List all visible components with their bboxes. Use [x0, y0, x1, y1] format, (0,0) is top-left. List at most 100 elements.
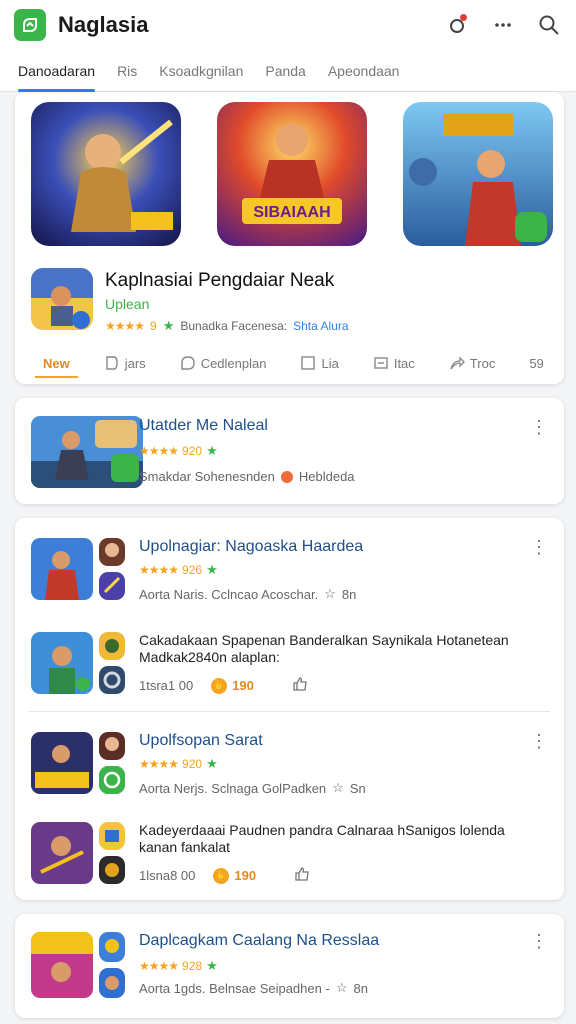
action-itac[interactable]: Itac [373, 355, 415, 371]
share-icon [450, 356, 465, 370]
more-options-icon[interactable] [490, 12, 516, 38]
comment-icon [180, 356, 195, 370]
search-icon[interactable] [536, 12, 562, 38]
app-title[interactable]: Upolnagiar: Nagoaska Haardea [139, 538, 363, 556]
app-rating: ★★★★ 920 ★ [139, 443, 218, 459]
app-meta: Aorta Nerjs. Sclnaga GolPadken ☆ Sn [139, 780, 366, 796]
app-meta-count: 8n [353, 980, 368, 996]
top-app-bar: Naglasia [0, 0, 576, 50]
more-options-icon[interactable]: ⋮ [530, 418, 548, 436]
featured-app-icon [31, 268, 93, 330]
rating-stars-icon: ★★★★ [139, 563, 179, 577]
coin-value: 190 [232, 678, 254, 693]
app-rating: ★★★★ 928 ★ [139, 958, 218, 974]
app-meta-text: Aorta 1gds. Belnsae Seipadhen - [139, 980, 330, 996]
action-count-label: 59 [529, 355, 544, 371]
featured-app-title: Kaplnasiai Pengdaiar Neak [105, 270, 335, 291]
app-meta-count: Sn [349, 780, 366, 796]
likes-count: 1lsna8 00 [139, 868, 196, 883]
app-description: Kadeyerdaaai Paudnen pandra Calnaraa hSa… [139, 822, 505, 855]
featured-rating: 9 [150, 319, 157, 333]
featured-banner-2[interactable]: SIBAIAAH [217, 102, 367, 246]
app-card-1[interactable]: Utatder Me Naleal ★★★★ 920 ★ Smakdar Soh… [15, 398, 564, 504]
app-thumbnail [31, 538, 93, 600]
featured-app-meta: ★★★★ 9 ★ Bunadka Facenesa: Shta Alura [105, 318, 349, 334]
mini-icon [99, 766, 125, 794]
app-logo-icon [14, 9, 46, 41]
featured-banner-1[interactable] [31, 102, 181, 246]
thumbs-up-icon[interactable] [292, 676, 308, 695]
more-options-icon[interactable]: ⋮ [530, 538, 548, 556]
action-comment-label: Cedlenplan [200, 355, 267, 371]
app-description: Cakadakaan Spapenan Banderalkan Saynikal… [139, 632, 509, 665]
app-meta-text: Aorta Naris. Cclncao Acoschar. [139, 586, 319, 602]
mini-icon [99, 932, 125, 962]
rating-value: 928 [182, 959, 203, 973]
green-star-icon: ★ [206, 562, 218, 577]
coin-badge: ✋ 190 [211, 677, 254, 694]
doc-icon [106, 356, 118, 370]
app-engagement: 1tsra1 00 ✋ 190 [139, 676, 308, 695]
app-title: Utatder Me Naleal [139, 417, 268, 434]
action-itac-label: Itac [393, 355, 415, 371]
likes-count: 1tsra1 00 [139, 678, 194, 693]
featured-app-info[interactable]: Kaplnasiai Pengdaiar Neak Uplean ★★★★ 9 … [31, 268, 551, 334]
banner-badge-text: SIBAIAAH [253, 204, 330, 221]
more-options-icon[interactable]: ⋮ [530, 732, 548, 750]
app-meta: Aorta 1gds. Belnsae Seipadhen - ☆ 8n [139, 980, 368, 996]
green-star-icon: ★ [206, 756, 218, 771]
rating-value: 920 [182, 757, 203, 771]
mini-icon [99, 666, 125, 694]
divider [29, 711, 550, 712]
square-icon [301, 356, 316, 370]
action-lia-label: Lia [321, 355, 339, 371]
app-engagement: 1lsna8 00 ✋ 190 [139, 866, 310, 885]
green-star-icon: ★ [206, 958, 218, 973]
mini-icon [99, 572, 125, 600]
coin-icon: ✋ [211, 677, 228, 694]
thumbs-up-icon[interactable] [294, 866, 310, 885]
featured-banner-3[interactable] [403, 102, 553, 246]
action-share[interactable]: Troc [449, 355, 495, 371]
app-meta-tag: Hebldeda [298, 469, 355, 484]
more-options-icon[interactable]: ⋮ [530, 932, 548, 950]
app-thumbnail [31, 822, 93, 884]
app-thumbnail [31, 732, 93, 794]
rating-value: 920 [182, 444, 203, 458]
featured-action-bar: New jars Cedlenplan Lia Itac Troc 59 [15, 348, 564, 378]
action-new[interactable]: New [35, 355, 78, 378]
app-thumbnail [31, 416, 143, 488]
rating-stars-icon: ★★★★ [139, 959, 179, 973]
app-rating: ★★★★ 920 ★ [139, 756, 218, 772]
action-count[interactable]: 59 [529, 356, 543, 371]
app-card-2: Upolnagiar: Nagoaska Haardea ★★★★ 926 ★ … [15, 518, 564, 900]
tab-2[interactable]: Ksoadkgnilan [159, 50, 243, 92]
action-jars-label: jars [124, 355, 146, 371]
tab-4[interactable]: Apeondaan [328, 50, 400, 92]
action-jars[interactable]: jars [104, 355, 146, 371]
app-meta-count: 8n [341, 586, 357, 602]
app-title[interactable]: Upolfsopan Sarat [139, 732, 263, 750]
app-meta-text: Aorta Nerjs. Sclnaga GolPadken [139, 780, 327, 796]
featured-meta-link[interactable]: Shta Alura [293, 319, 348, 333]
rating-stars-icon: ★★★★ [105, 319, 145, 333]
action-new-label: New [43, 355, 70, 371]
action-comment[interactable]: Cedlenplan [180, 355, 267, 371]
mini-icon [99, 856, 125, 884]
tab-0[interactable]: Danoadaran [18, 50, 96, 92]
avatar [99, 538, 125, 566]
fire-icon [280, 470, 293, 483]
tab-3[interactable]: Panda [265, 50, 305, 92]
star-outline-icon: ☆ [324, 586, 336, 601]
green-star-icon: ★ [162, 318, 175, 333]
app-thumbnail [31, 932, 93, 998]
action-lia[interactable]: Lia [300, 355, 339, 371]
notification-icon[interactable] [444, 12, 470, 38]
coin-badge: ✋ 190 [213, 867, 256, 884]
app-title: Naglasia [58, 12, 149, 37]
mini-icon [99, 822, 125, 850]
star-outline-icon: ☆ [335, 980, 348, 995]
mini-icon [99, 968, 125, 998]
app-card-3[interactable]: Daplcagkam Caalang Na Resslaa ★★★★ 928 ★… [15, 914, 564, 1018]
tab-1[interactable]: Ris [117, 50, 137, 92]
